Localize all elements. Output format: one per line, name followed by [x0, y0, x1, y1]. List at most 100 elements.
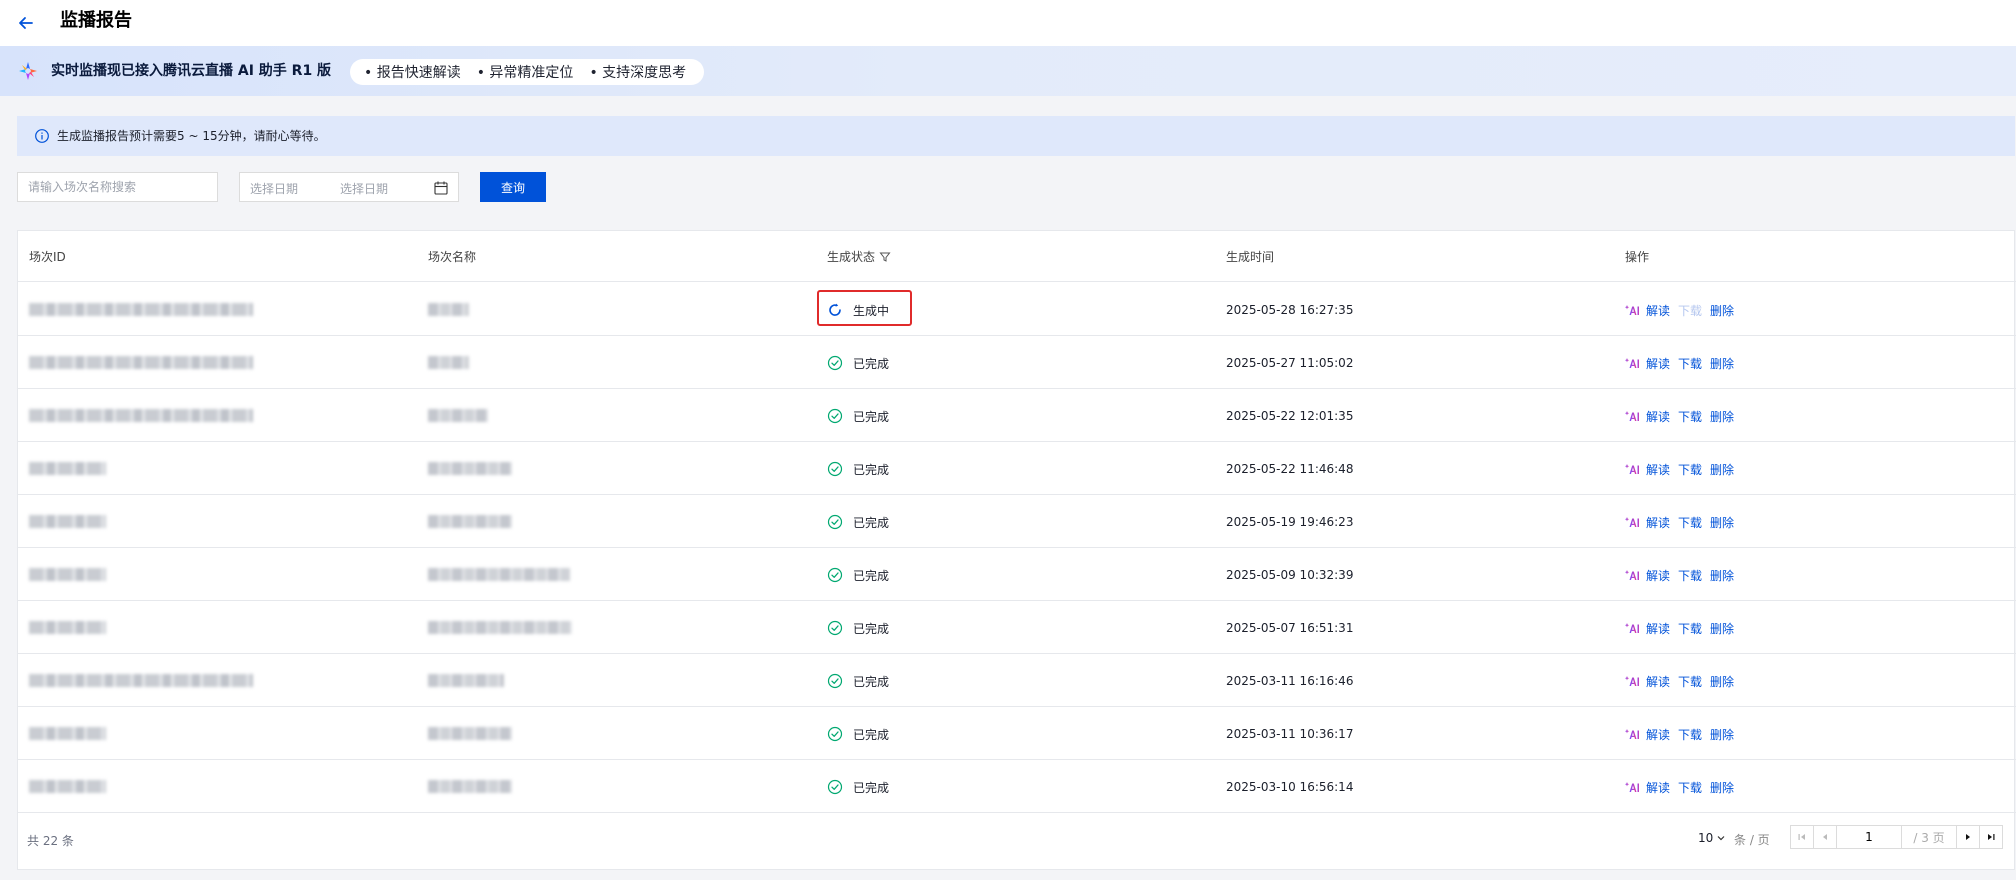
ai-sparkle-icon[interactable] — [1625, 569, 1641, 581]
download-link[interactable]: 下载 — [1678, 673, 1702, 690]
interpret-link[interactable]: 解读 — [1646, 620, 1670, 637]
ai-sparkle-icon[interactable] — [1625, 728, 1641, 740]
last-page-button[interactable] — [1979, 825, 2003, 849]
delete-link[interactable]: 删除 — [1710, 620, 1734, 637]
promo-tag-list: • 报告快速解读 • 异常精准定位 • 支持深度思考 — [350, 59, 705, 85]
ai-sparkle-icon[interactable] — [1625, 410, 1641, 422]
interpret-link[interactable]: 解读 — [1646, 779, 1670, 796]
row-actions: 解读 下载 删除 — [1625, 619, 1742, 637]
download-link[interactable]: 下载 — [1678, 726, 1702, 743]
interpret-link[interactable]: 解读 — [1646, 408, 1670, 425]
query-button[interactable]: 查询 — [480, 172, 546, 202]
status-cell: 已完成 — [827, 672, 889, 690]
date-end-placeholder: 选择日期 — [340, 182, 389, 196]
delete-link[interactable]: 删除 — [1710, 302, 1734, 319]
page-number-input[interactable] — [1836, 825, 1902, 849]
next-page-button[interactable] — [1956, 825, 1980, 849]
ai-sparkle-icon[interactable] — [1625, 463, 1641, 475]
delete-link[interactable]: 删除 — [1710, 355, 1734, 372]
date-range-picker[interactable]: 选择日期 选择日期 — [239, 172, 459, 202]
back-arrow-icon[interactable] — [14, 11, 38, 35]
ai-sparkle-icon[interactable] — [1625, 781, 1641, 793]
delete-link[interactable]: 删除 — [1710, 673, 1734, 690]
row-actions: 解读 下载 删除 — [1625, 566, 1742, 584]
check-circle-icon — [827, 620, 843, 636]
page-size-select[interactable]: 10 — [1698, 831, 1726, 845]
interpret-link[interactable]: 解读 — [1646, 673, 1670, 690]
ai-sparkle-icon[interactable] — [1625, 304, 1641, 316]
table-row: 已完成 2025-05-09 10:32:39 解读 下载 删除 — [18, 548, 2016, 601]
session-id-cell-redacted — [29, 621, 106, 634]
generation-time: 2025-05-22 12:01:35 — [1226, 409, 1354, 423]
delete-link[interactable]: 删除 — [1710, 408, 1734, 425]
interpret-link[interactable]: 解读 — [1646, 355, 1670, 372]
download-link[interactable]: 下载 — [1678, 620, 1702, 637]
filter-icon[interactable] — [879, 251, 891, 263]
info-notice: 生成监播报告预计需要5 ~ 15分钟，请耐心等待。 — [17, 116, 2015, 156]
interpret-link[interactable]: 解读 — [1646, 302, 1670, 319]
session-id-cell-redacted — [29, 780, 106, 793]
row-actions: 解读 下载 删除 — [1625, 460, 1742, 478]
generation-time: 2025-05-07 16:51:31 — [1226, 621, 1354, 635]
ai-sparkle-icon[interactable] — [1625, 357, 1641, 369]
session-id-cell-redacted — [29, 515, 106, 528]
download-link[interactable]: 下载 — [1678, 302, 1702, 319]
interpret-link[interactable]: 解读 — [1646, 514, 1670, 531]
download-link[interactable]: 下载 — [1678, 408, 1702, 425]
check-circle-icon — [827, 779, 843, 795]
status-text: 已完成 — [853, 462, 890, 477]
delete-link[interactable]: 删除 — [1710, 461, 1734, 478]
download-link[interactable]: 下载 — [1678, 461, 1702, 478]
session-name-search-input[interactable] — [17, 172, 218, 202]
status-cell: 已完成 — [827, 778, 889, 796]
status-cell: 生成中 — [827, 301, 889, 319]
delete-link[interactable]: 删除 — [1710, 514, 1734, 531]
interpret-link[interactable]: 解读 — [1646, 461, 1670, 478]
interpret-link[interactable]: 解读 — [1646, 726, 1670, 743]
session-name-cell-redacted — [428, 727, 512, 740]
column-header-time: 生成时间 — [1226, 250, 1275, 264]
per-page-label: 条 / 页 — [1734, 833, 1770, 847]
status-text: 已完成 — [853, 356, 890, 371]
column-header-session-name: 场次名称 — [428, 250, 477, 264]
session-name-cell-redacted — [428, 356, 469, 369]
generation-time: 2025-05-09 10:32:39 — [1226, 568, 1354, 582]
table-row: 已完成 2025-05-22 11:46:48 解读 下载 删除 — [18, 442, 2016, 495]
table-row: 生成中 2025-05-28 16:27:35 解读 下载 删除 — [18, 283, 2016, 336]
page-size-value: 10 — [1698, 831, 1714, 845]
status-cell: 已完成 — [827, 619, 889, 637]
total-pages: / 3 页 — [1901, 825, 1957, 849]
prev-page-button[interactable] — [1813, 825, 1837, 849]
download-link[interactable]: 下载 — [1678, 779, 1702, 796]
session-name-cell-redacted — [428, 462, 512, 475]
delete-link[interactable]: 删除 — [1710, 726, 1734, 743]
status-text: 生成中 — [853, 303, 890, 318]
delete-link[interactable]: 删除 — [1710, 779, 1734, 796]
download-link[interactable]: 下载 — [1678, 355, 1702, 372]
status-text: 已完成 — [853, 780, 890, 795]
first-page-button[interactable] — [1790, 825, 1814, 849]
session-name-cell-redacted — [428, 568, 570, 581]
session-name-cell-redacted — [428, 303, 469, 316]
download-link[interactable]: 下载 — [1678, 514, 1702, 531]
ai-sparkle-icon[interactable] — [1625, 675, 1641, 687]
loading-spinner-icon — [829, 303, 841, 316]
interpret-link[interactable]: 解读 — [1646, 567, 1670, 584]
column-header-status: 生成状态 — [827, 249, 891, 265]
download-link[interactable]: 下载 — [1678, 567, 1702, 584]
generation-time: 2025-05-22 11:46:48 — [1226, 462, 1354, 476]
chevron-down-icon — [1717, 836, 1725, 841]
table-row: 已完成 2025-05-27 11:05:02 解读 下载 删除 — [18, 336, 2016, 389]
page-header: 监播报告 — [0, 0, 2016, 46]
check-circle-icon — [827, 514, 843, 530]
session-id-cell-redacted — [29, 568, 106, 581]
ai-sparkle-icon[interactable] — [1625, 622, 1641, 634]
status-text: 已完成 — [853, 515, 890, 530]
column-header-status-label: 生成状态 — [827, 250, 876, 264]
ai-sparkle-icon[interactable] — [1625, 516, 1641, 528]
calendar-icon[interactable] — [433, 180, 449, 196]
table-header: 场次ID 场次名称 生成状态 生成时间 操作 — [18, 231, 2016, 282]
session-id-cell-redacted — [29, 674, 253, 687]
row-actions: 解读 下载 删除 — [1625, 778, 1742, 796]
delete-link[interactable]: 删除 — [1710, 567, 1734, 584]
